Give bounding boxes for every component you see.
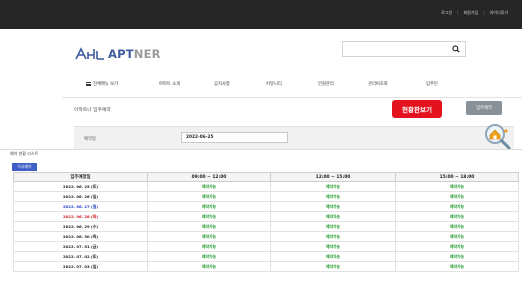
nav-apt-intro[interactable]: 아파트 소개: [159, 81, 180, 87]
reserve-button[interactable]: 입주예약: [466, 101, 502, 115]
row-date: 2022. 06. 27 (월): [13, 201, 148, 212]
row-date: 2022. 07. 02 (토): [13, 251, 148, 262]
slot-status[interactable]: 예약가능: [147, 211, 271, 222]
nav-community[interactable]: 커뮤니티: [266, 81, 282, 87]
login-link[interactable]: 로그인: [441, 10, 452, 16]
view-status-button[interactable]: 현황판보기: [392, 100, 442, 118]
nav-notice[interactable]: 공지사항: [214, 81, 230, 87]
slot-status[interactable]: 예약가능: [395, 261, 519, 272]
table-row: 2022. 06. 27 (월) 예약가능 예약가능 예약가능: [13, 201, 519, 212]
slot-status[interactable]: 예약가능: [147, 261, 271, 272]
slot-status[interactable]: 예약가능: [395, 181, 519, 192]
section-label: 예약 현황 리스트: [10, 151, 39, 156]
table-row: 2022. 07. 01 (금) 예약가능 예약가능 예약가능: [13, 241, 519, 252]
page-title: 아파트너 입주예약: [74, 108, 111, 113]
slot-status[interactable]: 예약가능: [147, 231, 271, 242]
slot-status[interactable]: 예약가능: [270, 251, 396, 262]
home-magnifier-icon[interactable]: [483, 122, 513, 150]
slot-status[interactable]: 예약가능: [147, 221, 271, 232]
table-row: 2022. 06. 26 (일) 예약가능 예약가능 예약가능: [13, 191, 519, 202]
site-logo[interactable]: APTNER: [74, 45, 161, 63]
date-filter-label: 예약일: [84, 137, 96, 142]
date-field[interactable]: 2022-06-25: [181, 132, 288, 143]
nav-all-menu-label: 전체메뉴 보기: [93, 82, 119, 87]
date-filter-panel: 예약일 2022-06-25: [74, 126, 514, 149]
slot-status[interactable]: 예약가능: [147, 251, 271, 262]
search-icon[interactable]: [452, 45, 460, 53]
row-date: 2022. 06. 30 (목): [13, 231, 148, 242]
signup-link[interactable]: 회원가입: [464, 10, 479, 16]
nav-fee[interactable]: 관리비조회: [368, 81, 388, 87]
slot-status[interactable]: 예약가능: [270, 191, 396, 202]
slot-status[interactable]: 예약가능: [395, 201, 519, 212]
divider: |: [483, 10, 485, 15]
slot-status[interactable]: 예약가능: [270, 201, 396, 212]
move-reservation-badge[interactable]: 이사예약: [12, 163, 37, 171]
main-nav: 전체메뉴 보기 아파트 소개 공지사항 커뮤니티 민원관리 관리비조회 입주민: [86, 81, 446, 91]
slot-status[interactable]: 예약가능: [395, 211, 519, 222]
slot-status[interactable]: 예약가능: [270, 211, 396, 222]
slot-status[interactable]: 예약가능: [147, 191, 271, 202]
logo-text-main: APT: [108, 47, 134, 61]
top-links: 로그인 | 회원가입 | 아이디찾기: [441, 10, 508, 16]
row-date: 2022. 06. 28 (화): [13, 211, 148, 222]
table-row: 2022. 06. 30 (목) 예약가능 예약가능 예약가능: [13, 231, 519, 242]
column-header-slot-3: 15:00 ~ 18:00: [395, 172, 519, 182]
divider: [62, 97, 522, 98]
hamburger-icon: [86, 81, 91, 86]
row-date: 2022. 07. 03 (일): [13, 261, 148, 272]
nav-resident[interactable]: 입주민: [426, 81, 438, 87]
slot-status[interactable]: 예약가능: [395, 191, 519, 202]
table-row: 2022. 06. 28 (화) 예약가능 예약가능 예약가능: [13, 211, 519, 222]
slot-status[interactable]: 예약가능: [270, 221, 396, 232]
logo-text-sub: NER: [133, 47, 161, 61]
divider: [0, 149, 522, 150]
slot-status[interactable]: 예약가능: [270, 181, 396, 192]
table-header-row: 입주예정일 09:00 ~ 12:00 12:00 ~ 15:00 15:00 …: [13, 172, 519, 182]
find-id-link[interactable]: 아이디찾기: [490, 10, 508, 16]
row-date: 2022. 06. 26 (일): [13, 191, 148, 202]
slot-status[interactable]: 예약가능: [395, 221, 519, 232]
slot-status[interactable]: 예약가능: [147, 241, 271, 252]
slot-status[interactable]: 예약가능: [270, 231, 396, 242]
top-bar: 로그인 | 회원가입 | 아이디찾기: [0, 0, 522, 29]
search-input[interactable]: [342, 41, 466, 57]
logo-mark-icon: [75, 47, 104, 60]
slot-status[interactable]: 예약가능: [270, 241, 396, 252]
row-date: 2022. 07. 01 (금): [13, 241, 148, 252]
slot-status[interactable]: 예약가능: [395, 251, 519, 262]
slot-status[interactable]: 예약가능: [147, 181, 271, 192]
table-row: 2022. 07. 03 (일) 예약가능 예약가능 예약가능: [13, 261, 519, 272]
nav-complaint[interactable]: 민원관리: [318, 81, 334, 87]
table-row: 2022. 06. 29 (수) 예약가능 예약가능 예약가능: [13, 221, 519, 232]
table-row: 2022. 07. 02 (토) 예약가능 예약가능 예약가능: [13, 251, 519, 262]
column-header-slot-1: 09:00 ~ 12:00: [147, 172, 271, 182]
column-header-slot-2: 12:00 ~ 15:00: [270, 172, 396, 182]
reservation-table: 입주예정일 09:00 ~ 12:00 12:00 ~ 15:00 15:00 …: [13, 172, 519, 272]
divider: |: [457, 10, 459, 15]
slot-status[interactable]: 예약가능: [395, 231, 519, 242]
slot-status[interactable]: 예약가능: [270, 261, 396, 272]
table-row: 2022. 06. 25 (토) 예약가능 예약가능 예약가능: [13, 181, 519, 192]
column-header-date: 입주예정일: [13, 172, 148, 182]
row-date: 2022. 06. 29 (수): [13, 221, 148, 232]
slot-status[interactable]: 예약가능: [147, 201, 271, 212]
slot-status[interactable]: 예약가능: [395, 241, 519, 252]
logo-text: APTNER: [108, 47, 161, 61]
nav-all-menu[interactable]: 전체메뉴 보기: [86, 81, 118, 87]
row-date: 2022. 06. 25 (토): [13, 181, 148, 192]
